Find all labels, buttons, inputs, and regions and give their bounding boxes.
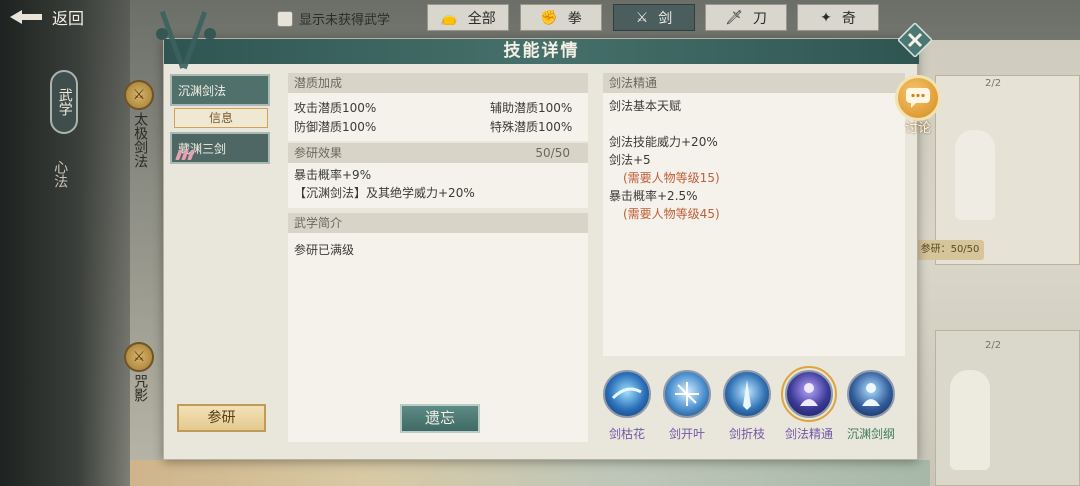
level-requirement: (需要人物等级15)	[623, 171, 720, 185]
sword-icon: ⚔	[635, 9, 649, 26]
skill-icon-row: 剑枯花 剑开叶 剑折枝 剑法精通 沉渊剑纲	[600, 366, 910, 450]
tab-special[interactable]: ✦ 奇	[797, 4, 879, 31]
skill-label: 剑开叶	[668, 427, 705, 441]
background-character	[950, 370, 990, 470]
sword-slash-icon	[611, 387, 642, 400]
tab-label: 全部	[467, 10, 496, 27]
list-item-label: 沉渊剑法	[178, 84, 227, 98]
level-requirement: (需要人物等级45)	[623, 207, 720, 221]
nav-mind-method-label: 心法	[52, 160, 69, 188]
research-effect-line: 【沉渊剑法】及其绝学威力+20%	[294, 186, 475, 200]
section-title: 武学简介	[288, 213, 588, 233]
special-potential: 特殊潜质100%	[490, 120, 573, 134]
research-effect-line: 暴击概率+9%	[294, 168, 372, 182]
skill-item[interactable]: 剑折枝	[720, 370, 774, 442]
crystal-sword-icon	[743, 380, 751, 410]
show-unowned-label: 显示未获得武学	[299, 13, 391, 28]
tab-label: 奇	[841, 10, 856, 27]
sword-icon: ⚔	[124, 342, 154, 372]
skill-item[interactable]: 剑开叶	[660, 370, 714, 442]
background-character	[955, 130, 995, 220]
mastery-section: 剑法精通 剑法基本天赋 剑法技能威力+20% 剑法+5 (需要人物等级15) 暴…	[603, 73, 905, 356]
meditating-figure-icon	[862, 383, 880, 406]
modal-title: 技能详情	[503, 41, 580, 61]
skill-label: 沉渊剑纲	[846, 427, 895, 441]
skill-label: 剑折枝	[728, 427, 765, 441]
section-title: 参研效果	[294, 146, 343, 160]
defense-potential: 防御潜质100%	[294, 120, 377, 134]
tab-label: 剑	[658, 10, 673, 27]
close-button[interactable]	[895, 22, 935, 58]
research-effect-section: 参研效果 50/50 暴击概率+9% 【沉渊剑法】及其绝学威力+20%	[288, 143, 588, 208]
checkbox[interactable]	[277, 10, 293, 27]
mastery-details: 剑法基本天赋 剑法技能威力+20% 剑法+5 (需要人物等级15) 暴击概率+2…	[603, 93, 905, 356]
shuriken-icon: ✦	[820, 9, 832, 26]
mastery-line: 暴击概率+2.5%	[609, 189, 698, 203]
forget-button[interactable]: 遗忘	[400, 404, 480, 433]
mastery-base: 剑法基本天赋	[609, 99, 682, 113]
meditating-figure-icon	[800, 383, 818, 406]
withered-flower-skill-icon[interactable]	[603, 370, 651, 418]
discussion-button[interactable]: 讨论	[895, 75, 945, 136]
background-title-text: 咒影	[132, 374, 149, 402]
broken-branch-skill-icon[interactable]	[723, 370, 771, 418]
background-title-text: 太极剑法	[132, 112, 149, 168]
tab-label: 刀	[752, 10, 767, 27]
research-effects: 暴击概率+9% 【沉渊剑法】及其绝学威力+20%	[288, 163, 588, 208]
sword-icon: ⚔	[124, 80, 154, 110]
back-button[interactable]: 返回	[8, 4, 98, 30]
background-count-badge: 2/2	[985, 78, 1002, 89]
info-tab[interactable]: 信息	[174, 108, 268, 128]
abyss-sword-principle-skill-icon[interactable]	[847, 370, 895, 418]
potential-section: 潜质加成 攻击潜质100% 辅助潜质100% 防御潜质100% 特殊潜质100%	[288, 73, 588, 141]
skill-item[interactable]: 剑法精通	[781, 366, 837, 442]
blade-icon: 🗡	[725, 9, 743, 26]
tab-label: 拳	[567, 10, 582, 27]
mastery-line: 剑法+5	[609, 153, 651, 167]
research-progress: 50/50	[535, 146, 570, 160]
nav-martial-arts[interactable]: 武学	[50, 70, 78, 134]
section-header: 参研效果 50/50	[288, 143, 588, 163]
sword-rank-icons	[175, 150, 195, 160]
skill-item[interactable]: 剑枯花	[600, 370, 654, 442]
skill-item[interactable]: 沉渊剑纲	[844, 370, 898, 442]
skill-label: 剑枯花	[608, 427, 645, 441]
fist-icon: ✊	[540, 9, 558, 26]
skill-list-panel: 沉渊剑法 信息 藏渊三剑	[170, 70, 270, 442]
tab-blade[interactable]: 🗡 刀	[705, 4, 787, 31]
discussion-label: 讨论	[905, 121, 932, 136]
nav-mind-method[interactable]: 心法	[52, 160, 68, 188]
list-item[interactable]: 沉渊剑法	[170, 74, 270, 106]
back-arrow-icon	[8, 6, 44, 28]
back-label: 返回	[52, 9, 85, 28]
bag-icon: 👝	[440, 9, 458, 26]
burst-icon	[675, 382, 699, 406]
chat-bubble-icon	[895, 75, 941, 121]
assist-potential: 辅助潜质100%	[490, 101, 573, 115]
potential-stats: 攻击潜质100% 辅助潜质100% 防御潜质100% 特殊潜质100%	[288, 93, 588, 141]
research-button[interactable]: 参研	[177, 404, 266, 432]
tab-fist[interactable]: ✊ 拳	[520, 4, 602, 31]
show-unowned-toggle[interactable]: 显示未获得武学	[277, 9, 390, 28]
background-count-badge: 2/2	[985, 340, 1002, 351]
section-title: 潜质加成	[288, 73, 588, 93]
open-leaf-skill-icon[interactable]	[663, 370, 711, 418]
background-card-strip	[130, 460, 930, 486]
mastery-line: 剑法技能威力+20%	[609, 135, 718, 149]
close-icon	[898, 23, 932, 57]
tab-all[interactable]: 👝 全部	[427, 4, 509, 31]
section-title: 剑法精通	[603, 73, 905, 93]
background-martial-title: 太极剑法	[132, 112, 148, 168]
skill-label: 剑法精通	[784, 427, 833, 441]
background-research-progress: 参研：50/50	[916, 240, 984, 260]
tab-sword[interactable]: ⚔ 剑	[613, 4, 695, 31]
attack-potential: 攻击潜质100%	[294, 101, 377, 115]
background-martial-title: 咒影	[132, 374, 148, 402]
nav-martial-arts-label: 武学	[56, 88, 73, 116]
sword-mastery-skill-icon[interactable]	[781, 366, 837, 422]
